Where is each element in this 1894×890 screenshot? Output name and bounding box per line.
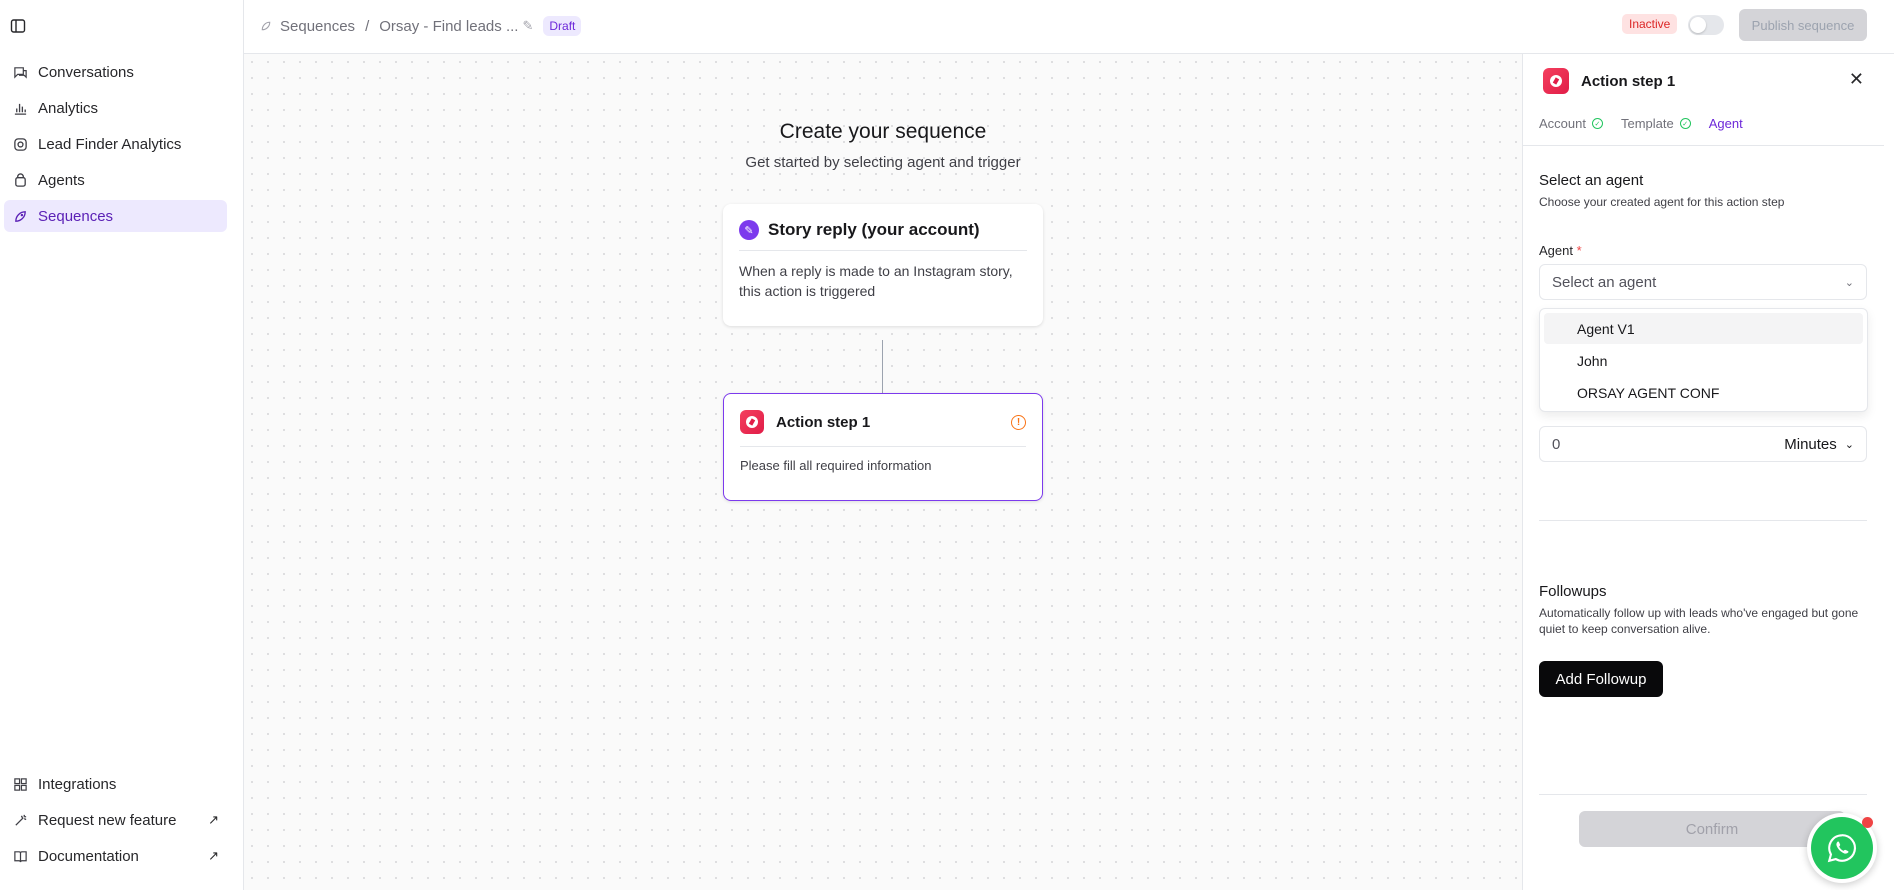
grid-icon <box>12 776 28 792</box>
delay-value: 0 <box>1552 435 1561 453</box>
sidebar-item-conversations[interactable]: Conversations <box>4 56 227 88</box>
panel-title: Action step 1 <box>1581 72 1676 90</box>
divider <box>1539 794 1867 795</box>
sidebar-item-label: Documentation <box>38 847 139 865</box>
section-title: Select an agent <box>1539 172 1644 189</box>
external-link-icon: ↗ <box>208 812 219 827</box>
section-subtitle: Choose your created agent for this actio… <box>1539 195 1785 209</box>
sidebar-item-lead-finder-analytics[interactable]: Lead Finder Analytics <box>4 128 227 160</box>
trigger-card[interactable]: ✎ Story reply (your account) When a repl… <box>723 204 1043 326</box>
trigger-card-header: ✎ Story reply (your account) <box>739 220 1027 251</box>
agent-dropdown: Agent V1 John ORSAY AGENT CONF <box>1539 308 1868 412</box>
notification-dot <box>1862 817 1873 828</box>
canvas-subtitle: Get started by selecting agent and trigg… <box>745 154 1021 171</box>
instagram-icon <box>12 136 28 152</box>
toggle-knob <box>1690 17 1706 33</box>
action-step-card[interactable]: Action step 1 ! Please fill all required… <box>723 393 1043 501</box>
sidebar-toggle-icon[interactable] <box>10 18 26 34</box>
action-description: Please fill all required information <box>740 458 932 473</box>
publish-sequence-button[interactable]: Publish sequence <box>1739 9 1867 41</box>
sidebar-item-documentation[interactable]: Documentation ↗ <box>4 840 227 872</box>
chevron-down-icon: ⌄ <box>1844 276 1854 289</box>
sidebar: Conversations Analytics Lead Finder Anal… <box>0 0 244 890</box>
delay-unit-label: Minutes <box>1784 435 1837 453</box>
action-step-panel: Action step 1 ✕ Account ✓ Template ✓ Age… <box>1522 54 1884 890</box>
rocket-icon <box>12 208 28 224</box>
followups-title: Followups <box>1539 583 1607 600</box>
tab-account[interactable]: Account ✓ <box>1539 110 1603 145</box>
agent-option[interactable]: Agent V1 <box>1544 313 1863 344</box>
status-badge: Inactive <box>1622 14 1678 34</box>
tab-label: Template <box>1620 116 1674 131</box>
close-icon[interactable]: ✕ <box>1849 69 1864 90</box>
agent-icon <box>12 172 28 188</box>
action-card-header: Action step 1 ! <box>740 410 1026 447</box>
confirm-button[interactable]: Confirm <box>1579 811 1845 847</box>
whatsapp-chat-button[interactable] <box>1807 813 1877 883</box>
bottom-nav: Integrations Request new feature ↗ Docum… <box>4 768 227 876</box>
breadcrumb-current: Orsay - Find leads ... <box>379 17 519 35</box>
canvas-title: Create your sequence <box>779 120 987 143</box>
trigger-title: Story reply (your account) <box>768 220 980 239</box>
sidebar-item-label: Request new feature <box>38 811 177 829</box>
sidebar-item-label: Conversations <box>38 63 134 81</box>
rocket-icon <box>260 20 272 32</box>
top-bar: Sequences / Orsay - Find leads ... ✎ Dra… <box>244 0 1894 54</box>
tab-label: Agent <box>1708 116 1743 131</box>
pencil-icon: ✎ <box>739 220 759 240</box>
check-circle-icon: ✓ <box>1591 118 1603 129</box>
followups-subtitle: Automatically follow up with leads who'v… <box>1539 606 1859 636</box>
agent-option[interactable]: ORSAY AGENT CONF <box>1544 377 1863 408</box>
chevron-down-icon: ⌄ <box>1844 438 1854 451</box>
edit-pencil-icon[interactable]: ✎ <box>522 18 533 34</box>
delay-unit-select[interactable]: Minutes ⌄ <box>1784 436 1854 453</box>
sequence-canvas[interactable]: Create your sequence Get started by sele… <box>244 54 1522 890</box>
chat-icon <box>12 64 28 80</box>
tab-template[interactable]: Template ✓ <box>1621 110 1691 145</box>
active-toggle[interactable] <box>1688 15 1724 35</box>
draft-badge: Draft <box>543 16 582 36</box>
warning-icon: ! <box>1011 414 1026 430</box>
required-marker: * <box>1576 243 1582 258</box>
breadcrumb: Sequences / Orsay - Find leads ... ✎ Dra… <box>260 16 582 36</box>
sidebar-item-sequences[interactable]: Sequences <box>4 200 227 232</box>
sidebar-item-label: Sequences <box>38 207 114 225</box>
connector-line <box>882 340 883 396</box>
sidebar-item-label: Integrations <box>38 775 117 793</box>
panel-header: Action step 1 <box>1543 68 1675 94</box>
agent-select-placeholder: Select an agent <box>1552 273 1657 291</box>
add-followup-button[interactable]: Add Followup <box>1539 661 1663 697</box>
sidebar-item-label: Lead Finder Analytics <box>38 135 182 153</box>
app-logo-icon <box>740 410 764 434</box>
delay-input[interactable]: 0 Minutes ⌄ <box>1539 426 1867 462</box>
check-circle-icon: ✓ <box>1679 118 1691 129</box>
sidebar-item-label: Agents <box>38 171 85 189</box>
sidebar-item-integrations[interactable]: Integrations <box>4 768 227 800</box>
agent-field-label: Agent * <box>1539 243 1582 258</box>
sidebar-item-request-feature[interactable]: Request new feature ↗ <box>4 804 227 836</box>
bar-chart-icon <box>12 100 28 116</box>
tab-agent[interactable]: Agent <box>1709 110 1743 145</box>
sidebar-item-label: Analytics <box>38 99 99 117</box>
action-title: Action step 1 <box>776 413 871 431</box>
agent-label-text: Agent <box>1539 243 1573 258</box>
trigger-description: When a reply is made to an Instagram sto… <box>739 263 1013 299</box>
breadcrumb-separator: / <box>365 17 370 35</box>
app-logo-icon <box>1543 68 1569 94</box>
panel-tabs: Account ✓ Template ✓ Agent <box>1523 110 1884 146</box>
magic-wand-icon <box>12 812 28 828</box>
tab-label: Account <box>1539 116 1586 131</box>
agent-option[interactable]: John <box>1544 345 1863 376</box>
breadcrumb-sequences-link[interactable]: Sequences <box>280 18 355 35</box>
sidebar-item-agents[interactable]: Agents <box>4 164 227 196</box>
divider <box>1539 520 1867 521</box>
external-link-icon: ↗ <box>208 848 219 863</box>
agent-select[interactable]: Select an agent ⌄ <box>1539 264 1867 300</box>
book-icon <box>12 848 28 864</box>
main-nav: Conversations Analytics Lead Finder Anal… <box>4 56 227 236</box>
sidebar-item-analytics[interactable]: Analytics <box>4 92 227 124</box>
